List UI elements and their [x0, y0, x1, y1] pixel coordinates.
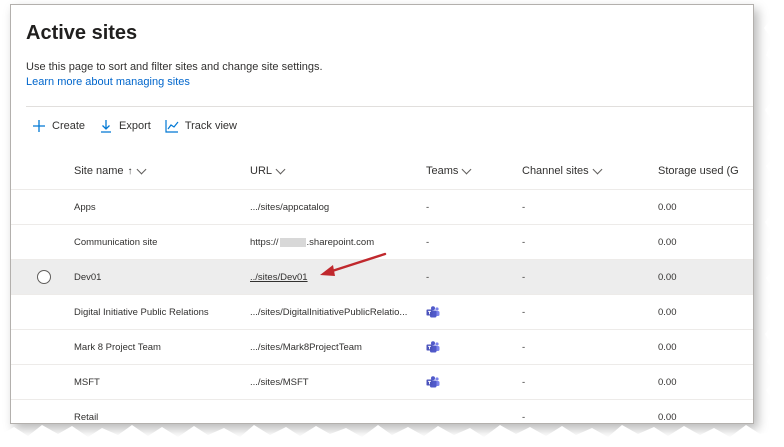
learn-more-link[interactable]: Learn more about managing sites — [26, 76, 190, 88]
table-header: Site name ↑ URL Teams Channel sites Stor… — [11, 155, 753, 190]
channel-sites-cell: - — [522, 306, 526, 318]
storage-used-header-label: Storage used (G — [658, 165, 739, 177]
row-select-radio[interactable] — [37, 270, 51, 284]
channel-sites-cell: - — [522, 271, 526, 283]
sort-ascending-icon: ↑ — [127, 165, 133, 177]
teams-cell — [426, 330, 486, 364]
page-title: Active sites — [26, 22, 138, 44]
torn-edge-right — [764, 0, 784, 447]
teams-cell: - — [426, 236, 430, 248]
site-name-cell[interactable]: Digital Initiative Public Relations — [74, 295, 239, 329]
annotation-arrow-icon — [320, 252, 387, 276]
storage-cell: 0.00 — [658, 376, 677, 388]
microsoft-teams-icon — [426, 340, 440, 354]
url-suffix: .sharepoint.com — [306, 236, 375, 248]
plus-icon — [31, 118, 47, 134]
storage-cell: 0.00 — [658, 341, 677, 353]
table-row[interactable]: MSFT .../sites/MSFT - 0.00 — [11, 365, 753, 400]
export-button[interactable]: Export — [98, 118, 151, 134]
command-bar: Create Export Track view — [31, 115, 250, 137]
chevron-down-icon — [461, 164, 472, 174]
torn-edge-bottom — [0, 425, 784, 447]
teams-header-label: Teams — [426, 165, 459, 177]
header-divider — [26, 106, 753, 107]
site-name-cell[interactable]: Apps — [74, 190, 239, 224]
column-header-storage-used[interactable]: Storage used (G — [658, 165, 739, 177]
chevron-down-icon — [592, 164, 603, 174]
chevron-down-icon — [275, 164, 286, 174]
storage-cell: 0.00 — [658, 271, 677, 283]
site-name-header-label: Site name — [74, 165, 124, 177]
table-row[interactable]: Mark 8 Project Team .../sites/Mark8Proje… — [11, 330, 753, 365]
storage-cell: 0.00 — [658, 201, 677, 213]
chevron-down-icon — [136, 164, 146, 174]
table-row[interactable]: Apps .../sites/appcatalog - - 0.00 — [11, 190, 753, 225]
site-name-cell[interactable]: Mark 8 Project Team — [74, 330, 239, 364]
site-name-cell[interactable]: MSFT — [74, 365, 239, 399]
column-header-channel-sites[interactable]: Channel sites — [522, 164, 603, 177]
create-button[interactable]: Create — [31, 118, 85, 134]
url-cell[interactable]: .../sites/appcatalog — [250, 190, 410, 224]
page-description: Use this page to sort and filter sites a… — [26, 61, 323, 73]
microsoft-teams-icon — [426, 305, 440, 319]
track-view-label: Track view — [184, 120, 237, 132]
channel-sites-header-label: Channel sites — [522, 165, 589, 177]
admin-center-window: Active sites Use this page to sort and f… — [10, 4, 754, 424]
url-cell[interactable]: .../sites/Mark8ProjectTeam — [250, 330, 410, 364]
url-link[interactable]: ../sites/Dev01 — [250, 272, 308, 283]
export-label: Export — [119, 120, 151, 132]
channel-sites-cell: - — [522, 236, 526, 248]
teams-cell: - — [426, 201, 430, 213]
redacted-tenant-block — [279, 237, 306, 247]
storage-cell: 0.00 — [658, 306, 677, 318]
column-header-site-name[interactable]: Site name ↑ — [74, 164, 146, 177]
teams-cell: - — [426, 271, 430, 283]
site-name-cell[interactable]: Dev01 — [74, 260, 239, 294]
teams-cell — [426, 365, 486, 399]
table-row[interactable]: Digital Initiative Public Relations .../… — [11, 295, 753, 330]
column-header-url[interactable]: URL — [250, 164, 286, 177]
track-view-button[interactable]: Track view — [164, 118, 237, 134]
storage-cell: 0.00 — [658, 236, 677, 248]
create-label: Create — [52, 120, 86, 132]
url-prefix: https:// — [250, 236, 279, 248]
microsoft-teams-icon — [426, 375, 440, 389]
site-name-cell[interactable]: Communication site — [74, 225, 239, 259]
download-icon — [98, 118, 114, 134]
sites-table-body: Apps .../sites/appcatalog - - 0.00 Commu… — [11, 190, 753, 423]
channel-sites-cell: - — [522, 341, 526, 353]
line-chart-icon — [164, 118, 180, 134]
channel-sites-cell: - — [522, 201, 526, 213]
url-header-label: URL — [250, 165, 273, 177]
column-header-teams[interactable]: Teams — [426, 164, 472, 177]
url-cell[interactable]: .../sites/MSFT — [250, 365, 410, 399]
teams-cell — [426, 295, 486, 329]
url-cell[interactable]: .../sites/DigitalInitiativePublicRelatio… — [250, 295, 410, 329]
channel-sites-cell: - — [522, 376, 526, 388]
